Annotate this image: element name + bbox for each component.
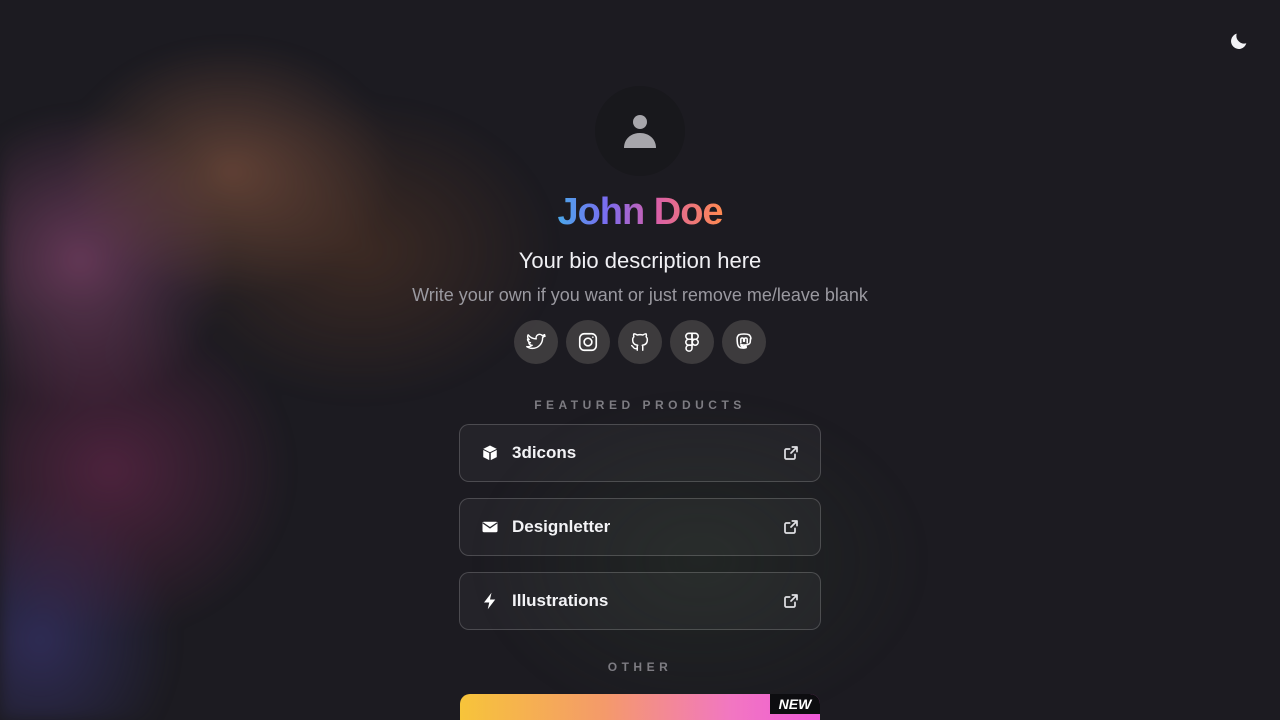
- figma-icon: [685, 332, 699, 352]
- bolt-icon: [480, 591, 500, 611]
- link-label: Illustrations: [512, 591, 609, 610]
- mastodon-link[interactable]: [722, 320, 766, 364]
- twitter-link[interactable]: [514, 320, 558, 364]
- figma-link[interactable]: [670, 320, 714, 364]
- page: John Doe Your bio description here Write…: [0, 0, 1280, 720]
- featured-products-list: 3dicons Designletter Illustrations: [459, 424, 821, 630]
- envelope-icon: [480, 517, 500, 537]
- profile-subbio: Write your own if you want or just remov…: [412, 285, 868, 305]
- other-heading: OTHER: [607, 660, 673, 674]
- social-links: [514, 320, 766, 364]
- instagram-link[interactable]: [566, 320, 610, 364]
- link-3dicons[interactable]: 3dicons: [459, 424, 821, 482]
- github-icon: [631, 333, 649, 351]
- external-link-icon: [782, 444, 800, 462]
- other-banner[interactable]: NEW: [460, 694, 820, 720]
- link-designletter[interactable]: Designletter: [459, 498, 821, 556]
- instagram-icon: [578, 332, 598, 352]
- user-icon: [624, 115, 656, 148]
- avatar: [595, 86, 685, 176]
- external-link-icon: [782, 592, 800, 610]
- twitter-icon: [526, 333, 546, 350]
- featured-products-heading: FEATURED PRODUCTS: [534, 398, 746, 412]
- mastodon-icon: [736, 333, 752, 349]
- github-link[interactable]: [618, 320, 662, 364]
- link-illustrations[interactable]: Illustrations: [459, 572, 821, 630]
- new-badge: NEW: [770, 694, 820, 714]
- profile-column: John Doe Your bio description here Write…: [0, 0, 1280, 720]
- link-label: Designletter: [512, 517, 611, 536]
- profile-bio: Your bio description here: [518, 248, 762, 273]
- profile-name: John Doe: [557, 191, 723, 233]
- link-label: 3dicons: [512, 443, 577, 462]
- cube-icon: [480, 443, 500, 463]
- external-link-icon: [782, 518, 800, 536]
